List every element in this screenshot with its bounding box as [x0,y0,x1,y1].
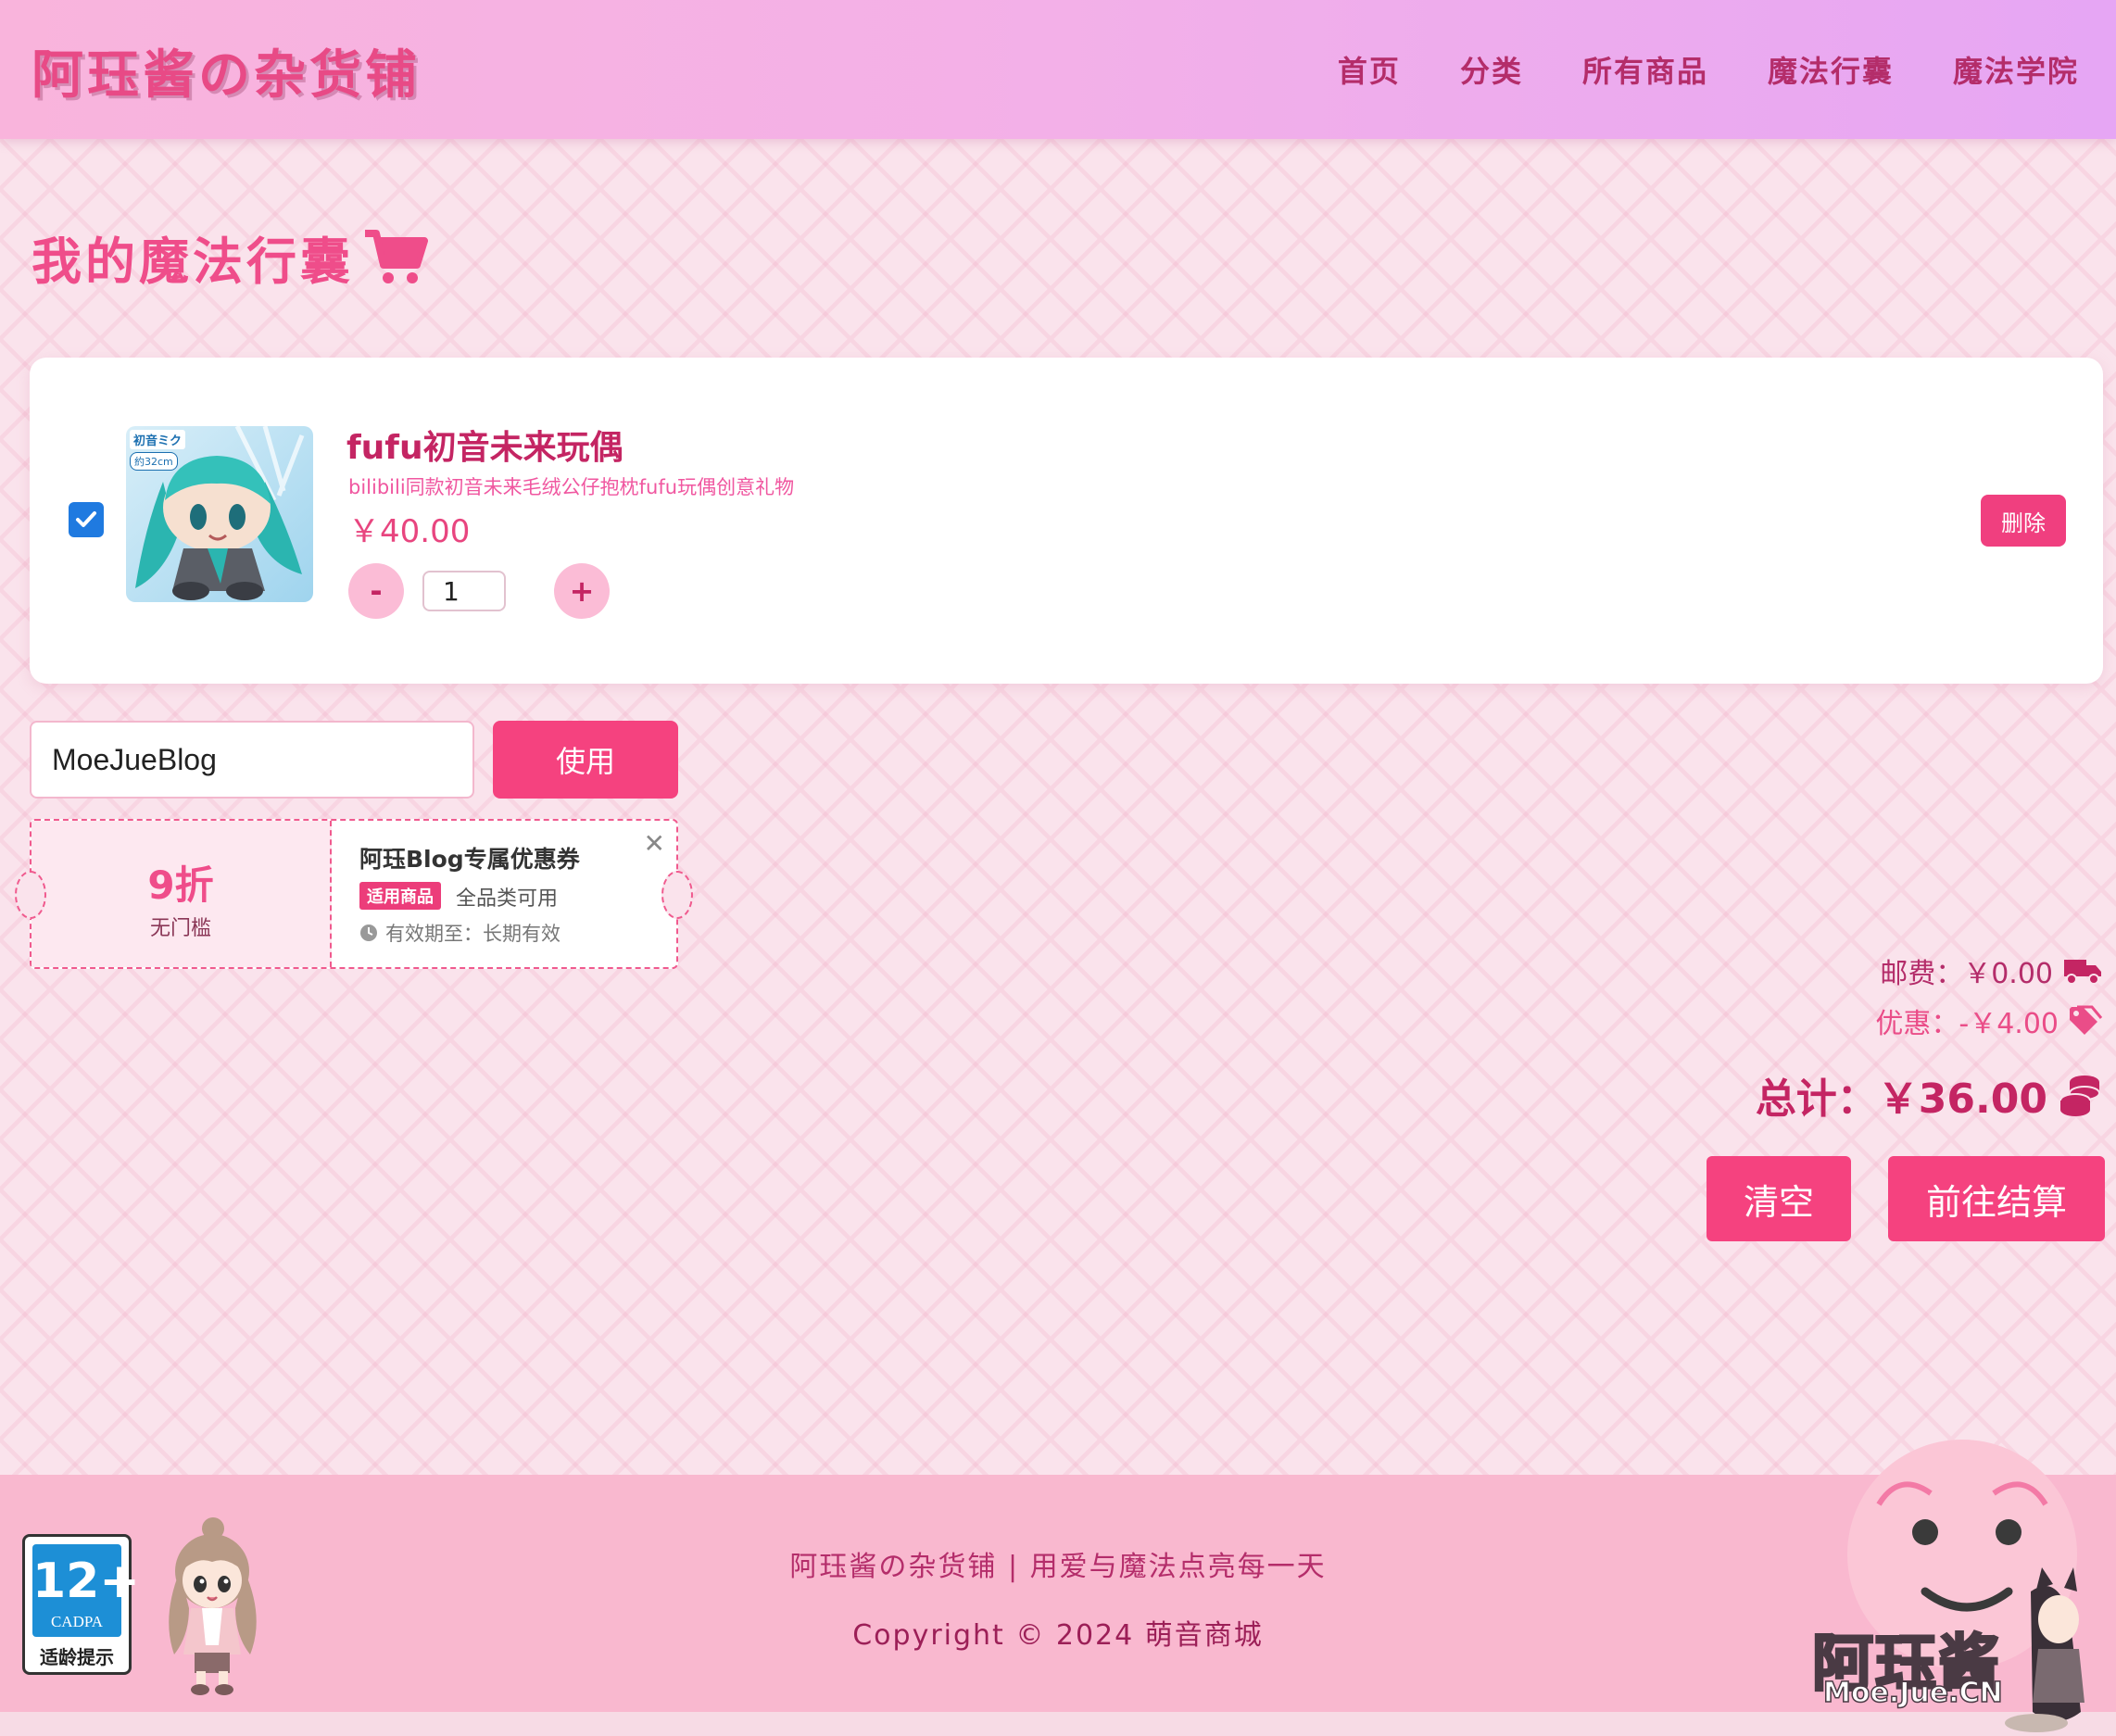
coupon-code-input[interactable] [30,721,474,799]
header: 阿珏酱の杂货铺 首页 分类 所有商品 魔法行囊 魔法学院 [0,0,2116,139]
coupon-discount: 9折 [147,862,214,908]
product-name[interactable]: fufu初音未来玩偶 [346,421,623,469]
item-checkbox[interactable] [69,502,104,537]
image-badge-brand: 初音ミク [130,430,186,449]
site-logo[interactable]: 阿珏酱の杂货铺 [31,33,421,108]
checkbox-checked-icon [76,511,96,527]
product-description: bilibili同款初音未来毛绒公仔抱枕fufu玩偶创意礼物 [348,476,795,498]
quantity-increase-button[interactable]: + [554,563,610,619]
shopping-cart-icon [365,229,428,283]
tag-icon [2070,1005,2103,1035]
coupon-card[interactable]: 9折 无门槛 阿珏Blog专属优惠券 适用商品 全品类可用 有效期至：长期有效 … [15,819,693,969]
order-total-text: 总计：￥36.00 [1755,1076,2047,1123]
age-rating-number: 12+ [32,1554,140,1609]
page-title-text: 我的魔法行囊 [31,233,354,291]
quantity-input[interactable] [422,571,506,611]
coupon-scope: 全品类可用 [456,887,559,911]
coins-icon [2059,1076,2100,1116]
close-icon[interactable]: ✕ [644,828,665,859]
nav-all-products[interactable]: 所有商品 [1582,48,1708,91]
truck-icon [2064,960,2101,985]
chibi-girl-illustration [169,1517,257,1695]
footer [0,1475,2116,1712]
watermark-url: Moe.Jue.CN [1822,1676,2003,1710]
main-nav: 首页 分类 所有商品 魔法行囊 魔法学院 [1338,48,2079,91]
delete-item-button[interactable]: 删除 [1981,495,2066,547]
product-image[interactable]: 初音ミク 約32cm [126,426,313,602]
coupon-notch-left [15,871,46,919]
nav-cart[interactable]: 魔法行囊 [1768,48,1894,91]
cart-item-card: 初音ミク 約32cm fufu初音未来玩偶 bilibili同款初音未来毛绒公仔… [30,358,2103,684]
coupon-threshold: 无门槛 [149,917,211,940]
clock-icon [360,925,377,941]
age-rating-badge[interactable]: 12+ CADPA 适龄提示 [22,1534,140,1675]
image-badge-size: 約32cm [130,452,178,471]
coupon-expiry-text: 有效期至：长期有效 [385,923,560,945]
age-rating-text: 适龄提示 [40,1646,114,1668]
clear-cart-button[interactable]: 清空 [1707,1156,1851,1241]
apply-coupon-button[interactable]: 使用 [493,721,678,799]
order-total: 总计：￥36.00 [1756,1065,2103,1125]
footer-bottom-strip [0,1712,2116,1736]
age-rating-org: CADPA [50,1613,104,1630]
nav-home[interactable]: 首页 [1338,48,1401,91]
footer-tagline: 阿珏酱の杂货铺 | 用爱与魔法点亮每一天 [789,1551,1327,1583]
coupon-value-panel: 9折 无门槛 [31,821,332,967]
shipping-fee: 邮费：￥0.00 [1880,950,2103,991]
coupon-title: 阿珏Blog专属优惠券 [359,846,580,873]
coupon-notch-right [661,871,693,919]
discount-amount-text: 优惠：-￥4.00 [1875,1008,2059,1040]
coupon-scope-tag: 适用商品 [359,882,441,910]
nav-categories[interactable]: 分类 [1460,48,1523,91]
footer-copyright: Copyright © 2024 萌音商城 [852,1619,1264,1652]
page-title: 我的魔法行囊 [31,220,428,294]
quantity-decrease-button[interactable]: - [348,563,404,619]
product-price: ￥40.00 [348,513,471,550]
nav-academy[interactable]: 魔法学院 [1953,48,2079,91]
shipping-fee-text: 邮费：￥0.00 [1880,958,2053,990]
coupon-expiry: 有效期至：长期有效 [359,919,560,947]
checkout-button[interactable]: 前往结算 [1888,1156,2105,1241]
discount-amount: 优惠：-￥4.00 [1875,1000,2103,1041]
age-rating-panel: 12+ CADPA [32,1544,140,1637]
